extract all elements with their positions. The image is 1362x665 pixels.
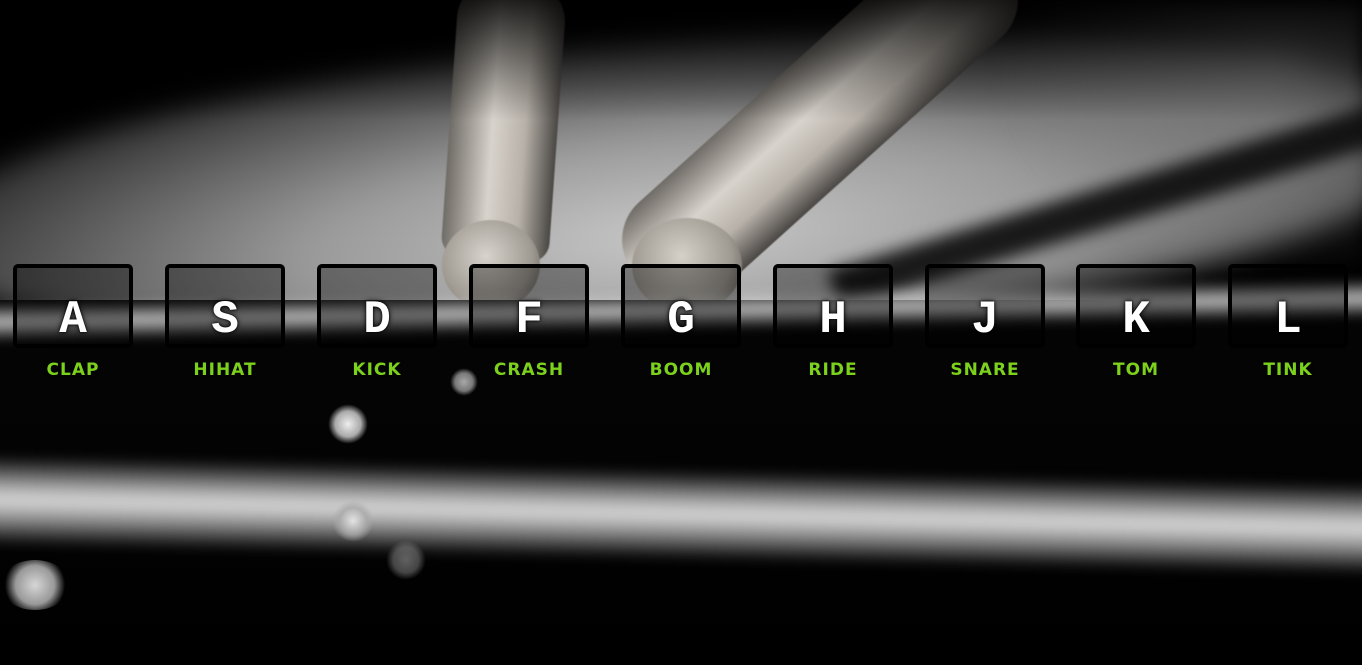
sound-label: KICK: [352, 360, 402, 380]
key-s[interactable]: S HIHAT: [165, 264, 285, 380]
key-d[interactable]: D KICK: [317, 264, 437, 380]
key-letter: D: [363, 294, 391, 346]
sound-label: CLAP: [46, 360, 100, 380]
key-j[interactable]: J SNARE: [925, 264, 1045, 380]
key-letter: J: [971, 294, 999, 346]
key-h[interactable]: H RIDE: [773, 264, 893, 380]
key-letter: F: [515, 294, 543, 346]
sound-label: CRASH: [493, 360, 565, 380]
key-f[interactable]: F CRASH: [469, 264, 589, 380]
sound-label: TINK: [1263, 360, 1313, 380]
key-letter: G: [667, 294, 695, 346]
key-k[interactable]: K TOM: [1076, 264, 1196, 380]
sound-label: SNARE: [950, 360, 1020, 380]
sound-label: TOM: [1113, 360, 1159, 380]
sound-label: BOOM: [649, 360, 713, 380]
key-letter: H: [819, 294, 847, 346]
key-letter: A: [59, 294, 87, 346]
key-a[interactable]: A CLAP: [13, 264, 133, 380]
sound-label: HIHAT: [193, 360, 257, 380]
key-letter: S: [211, 294, 239, 346]
key-letter: L: [1274, 294, 1302, 346]
sound-label: RIDE: [808, 360, 858, 380]
key-g[interactable]: G BOOM: [621, 264, 741, 380]
key-l[interactable]: L TINK: [1228, 264, 1348, 380]
drum-kit-page: A CLAP S HIHAT D KICK F CRASH G BOOM H R…: [0, 0, 1362, 665]
keys-row: A CLAP S HIHAT D KICK F CRASH G BOOM H R…: [0, 264, 1362, 394]
key-letter: K: [1122, 294, 1150, 346]
